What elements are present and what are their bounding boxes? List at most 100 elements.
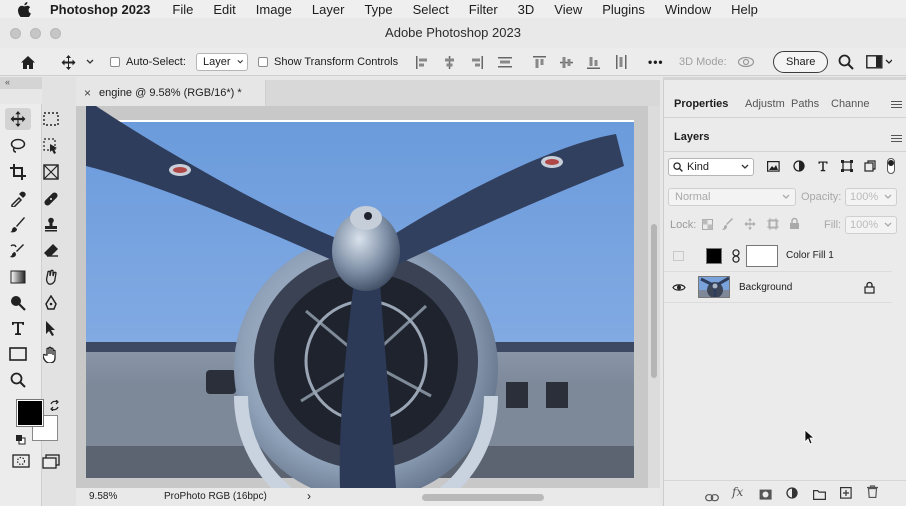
layer-mask-thumbnail[interactable]	[746, 245, 778, 267]
menu-image[interactable]: Image	[256, 2, 292, 17]
distribute-vertical-icon[interactable]	[615, 48, 628, 76]
more-options-button[interactable]: •••	[648, 48, 664, 76]
menu-plugins[interactable]: Plugins	[602, 2, 645, 17]
menu-edit[interactable]: Edit	[213, 2, 235, 17]
document-tab[interactable]: × engine @ 9.58% (RGB/16*) *	[76, 80, 266, 106]
status-info-chevron[interactable]: ›	[307, 489, 311, 503]
screen-mode-icon[interactable]	[38, 450, 64, 472]
gradient-tool-icon[interactable]	[5, 266, 31, 288]
move-tool-icon[interactable]	[5, 108, 31, 130]
new-adjustment-layer-icon[interactable]	[786, 486, 798, 504]
filter-type-icon[interactable]	[817, 160, 829, 175]
filter-adjustment-icon[interactable]	[793, 160, 805, 175]
menu-type[interactable]: Type	[364, 2, 392, 17]
filter-kind-dropdown[interactable]: Kind	[668, 158, 754, 176]
clone-stamp-tool-icon[interactable]	[38, 214, 64, 236]
distribute-horizontal-icon[interactable]	[498, 48, 512, 76]
zoom-level[interactable]: 9.58%	[89, 491, 117, 502]
move-tool-preset-icon[interactable]	[61, 48, 76, 76]
brush-tool-icon[interactable]	[5, 214, 31, 236]
filter-smart-object-icon[interactable]	[864, 160, 876, 175]
menu-app-name[interactable]: Photoshop 2023	[50, 2, 150, 17]
tab-adjustments[interactable]: Adjustm	[745, 90, 785, 118]
menu-layer[interactable]: Layer	[312, 2, 345, 17]
auto-select-checkbox[interactable]: Auto-Select:	[110, 48, 186, 76]
lock-position-icon[interactable]	[744, 218, 756, 233]
lock-artboard-icon[interactable]	[767, 218, 779, 233]
lock-transparent-icon[interactable]	[702, 219, 713, 233]
smudge-tool-icon[interactable]	[38, 266, 64, 288]
horizontal-scroll-thumb[interactable]	[422, 494, 544, 501]
eyedropper-tool-icon[interactable]	[5, 188, 31, 210]
swap-colors-icon[interactable]	[49, 398, 60, 416]
lock-pixels-icon[interactable]	[722, 218, 734, 233]
apple-icon[interactable]	[18, 1, 34, 17]
link-icon[interactable]	[732, 249, 740, 266]
type-tool-icon[interactable]	[5, 317, 31, 339]
vertical-scrollbar[interactable]	[648, 106, 660, 488]
menu-file[interactable]: File	[172, 2, 193, 17]
layer-style-icon[interactable]: fx	[732, 485, 743, 499]
align-center-icon[interactable]	[443, 48, 456, 76]
pen-tool-icon[interactable]	[38, 292, 64, 314]
opacity-field[interactable]: 100%	[845, 188, 897, 206]
workspace-icon[interactable]	[866, 48, 892, 76]
quick-mask-icon[interactable]	[8, 450, 34, 472]
healing-brush-tool-icon[interactable]	[38, 188, 64, 210]
fill-field[interactable]: 100%	[845, 216, 897, 234]
visibility-toggle-empty[interactable]	[673, 251, 684, 261]
menu-view[interactable]: View	[554, 2, 582, 17]
tab-properties[interactable]: Properties	[674, 90, 728, 118]
default-colors-icon[interactable]	[15, 432, 26, 450]
home-icon[interactable]	[20, 48, 36, 76]
align-bottom-icon[interactable]	[587, 48, 600, 76]
vertical-scroll-thumb[interactable]	[651, 224, 657, 378]
object-selection-tool-icon[interactable]	[38, 135, 64, 157]
hand-tool-icon[interactable]	[38, 343, 64, 365]
share-button[interactable]: Share	[773, 48, 829, 76]
3d-orbit-icon[interactable]	[737, 48, 755, 76]
tab-layers[interactable]: Layers	[674, 131, 709, 143]
align-top-icon[interactable]	[533, 48, 546, 76]
align-middle-icon[interactable]	[560, 48, 573, 76]
history-brush-tool-icon[interactable]	[5, 240, 31, 262]
tab-paths[interactable]: Paths	[791, 90, 819, 118]
toolbar-collapse-strip[interactable]: «	[0, 77, 42, 89]
foreground-color-swatch[interactable]	[16, 399, 44, 427]
zoom-tool-icon[interactable]	[5, 369, 31, 391]
menu-help[interactable]: Help	[731, 2, 758, 17]
lasso-tool-icon[interactable]	[5, 135, 31, 157]
eraser-tool-icon[interactable]	[38, 240, 64, 262]
close-tab-icon[interactable]: ×	[84, 86, 91, 100]
lock-all-icon[interactable]	[789, 217, 800, 233]
layers-panel-menu-icon[interactable]	[891, 133, 902, 144]
layer-row[interactable]: Color Fill 1	[664, 241, 892, 272]
filter-shape-icon[interactable]	[841, 160, 853, 175]
layer-row[interactable]: Background	[664, 272, 892, 303]
link-layers-icon[interactable]	[705, 489, 719, 506]
layer-name[interactable]: Background	[739, 282, 792, 293]
canvas-viewport[interactable]	[76, 106, 648, 488]
search-icon[interactable]	[838, 48, 854, 76]
show-transform-checkbox[interactable]: Show Transform Controls	[258, 48, 398, 76]
frame-tool-icon[interactable]	[38, 161, 64, 183]
new-group-icon[interactable]	[813, 487, 826, 505]
menu-3d[interactable]: 3D	[518, 2, 535, 17]
rectangle-tool-icon[interactable]	[5, 343, 31, 365]
path-selection-tool-icon[interactable]	[38, 317, 64, 339]
new-layer-icon[interactable]	[840, 486, 852, 504]
auto-select-dropdown[interactable]: Layer	[196, 48, 248, 76]
filter-toggle-icon[interactable]	[887, 158, 895, 174]
menu-window[interactable]: Window	[665, 2, 711, 17]
dodge-tool-icon[interactable]	[5, 292, 31, 314]
menu-select[interactable]: Select	[413, 2, 449, 17]
delete-layer-icon[interactable]	[867, 485, 878, 503]
layer-name[interactable]: Color Fill 1	[786, 250, 834, 261]
crop-tool-icon[interactable]	[5, 161, 31, 183]
engine-photo[interactable]	[76, 106, 648, 488]
chevron-down-icon[interactable]	[86, 48, 94, 76]
marquee-tool-icon[interactable]	[38, 108, 64, 130]
align-right-icon[interactable]	[470, 48, 483, 76]
filter-pixel-icon[interactable]	[767, 161, 780, 175]
menu-filter[interactable]: Filter	[469, 2, 498, 17]
